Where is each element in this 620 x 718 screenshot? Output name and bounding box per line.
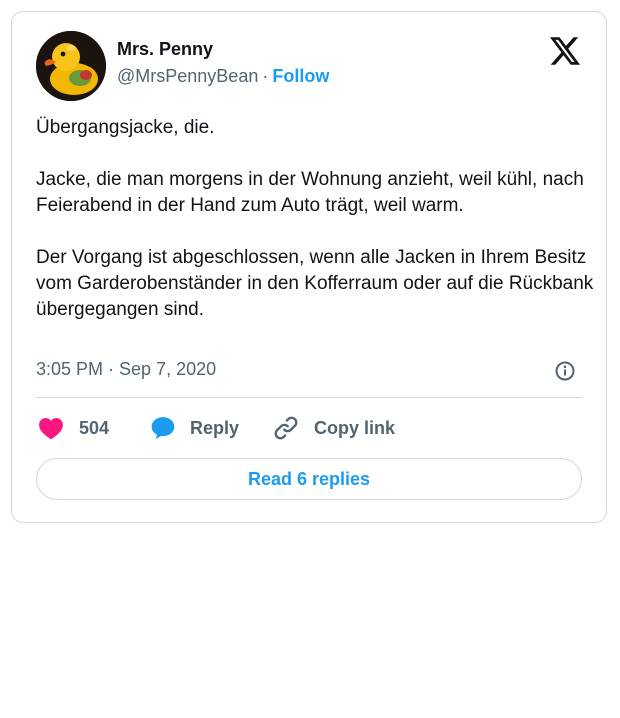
follow-button[interactable]: Follow	[272, 66, 329, 86]
x-logo-icon[interactable]	[550, 37, 580, 65]
tweet-paragraph: Jacke, die man morgens in der Wohnung an…	[36, 169, 584, 216]
info-icon[interactable]	[554, 360, 576, 382]
tweet-paragraph: Der Vorgang ist abgeschlossen, wenn alle…	[36, 247, 594, 320]
rubber-duck-avatar	[36, 31, 106, 101]
like-button[interactable]: 504	[38, 414, 109, 442]
copy-link-label: Copy link	[314, 417, 396, 438]
tweet-card: Mrs. Penny @MrsPennyBean · Follow Übergang…	[11, 11, 607, 523]
tweet-timestamp[interactable]: 3:05 PM · Sep 7, 2020	[36, 359, 216, 380]
reply-label: Reply	[190, 417, 240, 438]
like-count: 504	[79, 417, 110, 438]
heart-icon	[39, 418, 63, 440]
copy-link-button[interactable]: Copy link	[272, 414, 395, 442]
reply-button[interactable]: Reply	[150, 414, 239, 442]
speech-bubble-icon	[151, 417, 175, 439]
separator-dot: ·	[262, 66, 269, 86]
author-name[interactable]: Mrs. Penny	[117, 39, 213, 60]
read-replies-button[interactable]: Read 6 replies	[36, 458, 582, 500]
avatar[interactable]	[36, 31, 106, 101]
divider	[36, 397, 582, 398]
author-handle[interactable]: @MrsPennyBean	[117, 66, 258, 86]
link-icon	[274, 416, 298, 440]
tweet-paragraph: Übergangsjacke, die.	[36, 117, 215, 138]
tweet-text: Übergangsjacke, die. Jacke, die man morg…	[36, 115, 596, 323]
author-handle-row: @MrsPennyBean · Follow	[117, 66, 329, 87]
